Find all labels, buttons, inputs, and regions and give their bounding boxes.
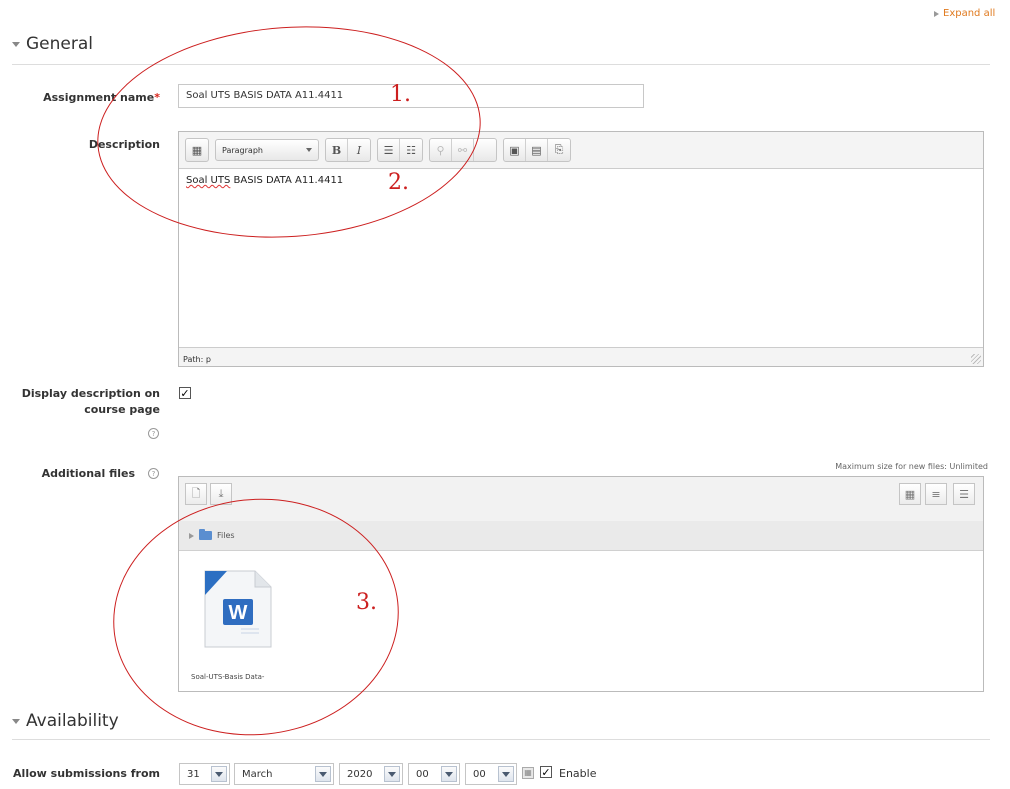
expand-arrow-icon bbox=[934, 10, 939, 17]
chevron-down-icon bbox=[441, 766, 457, 782]
enable-label: Enable bbox=[559, 767, 597, 780]
annotation-number: 3. bbox=[356, 590, 377, 615]
list-view-icon[interactable]: ≡ bbox=[925, 483, 947, 505]
year-select[interactable]: 2020 bbox=[339, 763, 403, 785]
annotation-number: 1. bbox=[390, 82, 411, 107]
help-icon[interactable]: ? bbox=[148, 428, 159, 439]
section-availability-title: Availability bbox=[26, 711, 119, 731]
expand-all-link[interactable]: Expand all bbox=[934, 8, 995, 19]
hour-select[interactable]: 00 bbox=[408, 763, 460, 785]
enable-checkbox[interactable]: ✓ bbox=[540, 766, 552, 778]
display-description-label: Display description on course page bbox=[21, 387, 160, 416]
divider bbox=[12, 739, 990, 740]
help-icon[interactable]: ? bbox=[148, 468, 159, 479]
collapse-arrow-icon bbox=[12, 718, 20, 724]
image-icon[interactable]: ▣ bbox=[504, 139, 526, 161]
media-icon[interactable]: ▤ bbox=[526, 139, 548, 161]
section-availability-toggle[interactable]: Availability bbox=[12, 711, 119, 731]
resize-grip-icon[interactable] bbox=[971, 354, 981, 364]
day-select[interactable]: 31 bbox=[179, 763, 230, 785]
section-general-toggle[interactable]: General bbox=[12, 34, 93, 54]
add-file-icon[interactable]: 🗋 bbox=[185, 483, 207, 505]
chevron-down-icon bbox=[211, 766, 227, 782]
paste-icon[interactable]: ⎘ bbox=[548, 139, 570, 161]
tree-view-icon[interactable]: ☰ bbox=[953, 483, 975, 505]
allow-submissions-label: Allow submissions from bbox=[13, 767, 160, 780]
expand-all-label: Expand all bbox=[943, 8, 996, 19]
section-general-title: General bbox=[26, 34, 93, 54]
annotation-number: 2. bbox=[388, 170, 409, 195]
editor-path: Path: p bbox=[183, 355, 211, 364]
max-size-note: Maximum size for new files: Unlimited bbox=[835, 462, 988, 471]
additional-files-label: Additional files bbox=[41, 467, 135, 480]
icon-view-icon[interactable]: ▦ bbox=[899, 483, 921, 505]
display-description-checkbox[interactable]: ✓ bbox=[179, 387, 191, 399]
calendar-icon[interactable]: ▦ bbox=[522, 767, 534, 779]
chevron-down-icon bbox=[384, 766, 400, 782]
chevron-down-icon bbox=[498, 766, 514, 782]
collapse-arrow-icon bbox=[12, 41, 20, 47]
month-select[interactable]: March bbox=[234, 763, 334, 785]
minute-select[interactable]: 00 bbox=[465, 763, 517, 785]
chevron-down-icon bbox=[315, 766, 331, 782]
